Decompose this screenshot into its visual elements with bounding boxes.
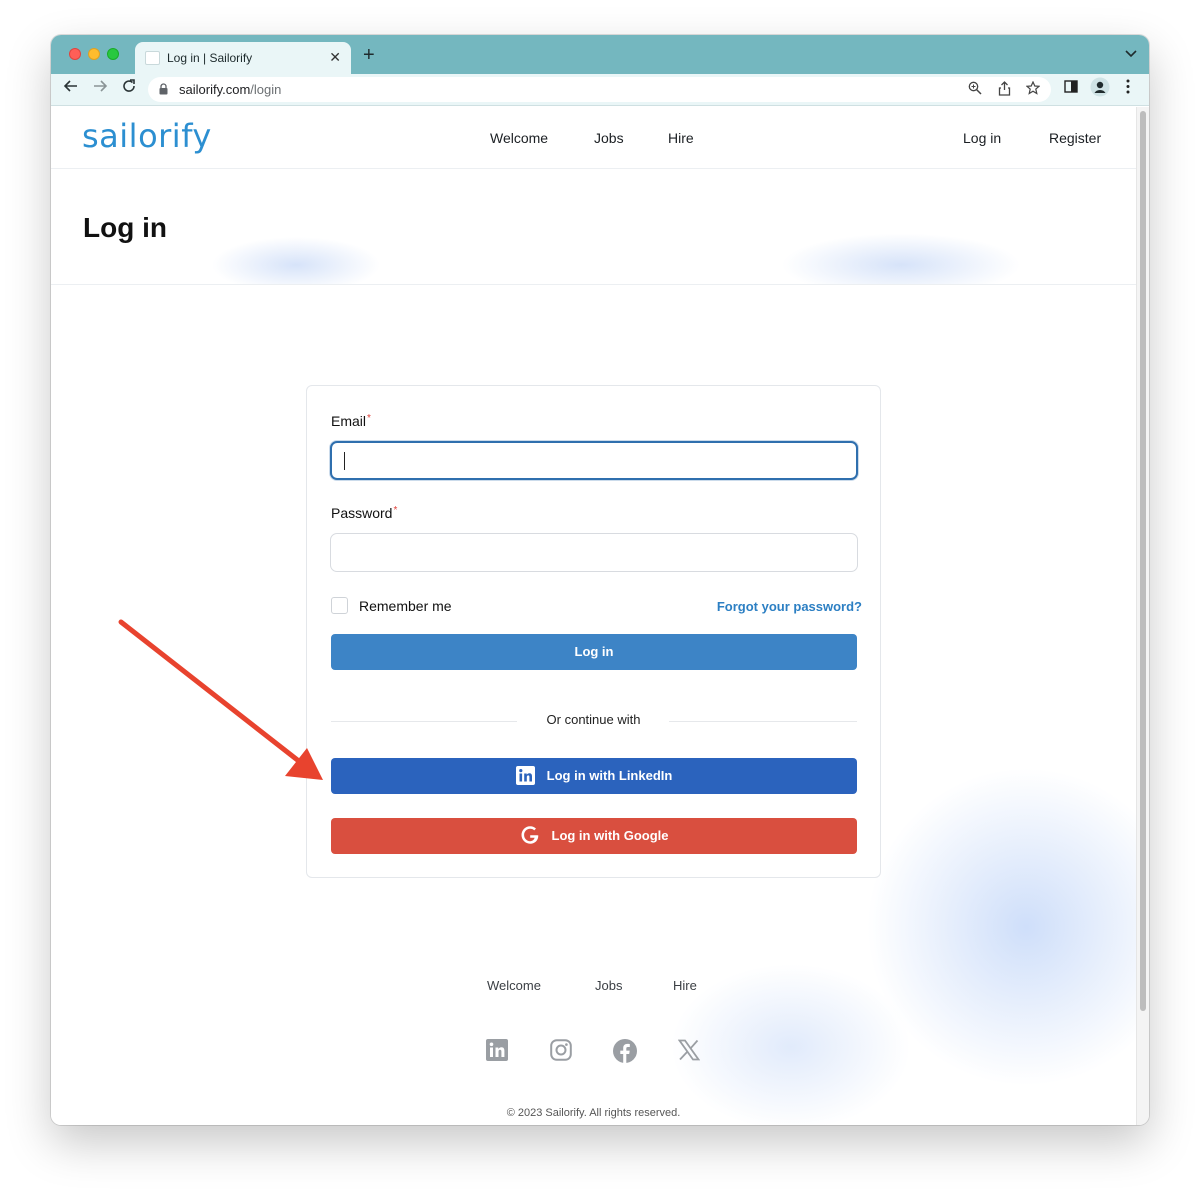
site-header: sailorify Welcome Jobs Hire Log in Regis… <box>51 107 1136 169</box>
maximize-window-button[interactable] <box>107 48 119 60</box>
nav-jobs[interactable]: Jobs <box>594 130 624 146</box>
email-field[interactable] <box>330 441 858 480</box>
login-card: Email* Password* Remember me Forgot your… <box>306 385 881 878</box>
tab-title: Log in | Sailorify <box>167 51 253 65</box>
facebook-icon[interactable] <box>613 1039 637 1068</box>
lock-icon <box>159 83 168 95</box>
remember-me-checkbox[interactable] <box>331 597 348 614</box>
password-label: Password* <box>331 505 398 521</box>
browser-toolbar: sailorify.com/login <box>51 74 1149 106</box>
nav-welcome[interactable]: Welcome <box>490 130 548 146</box>
favicon-icon <box>145 51 160 65</box>
forgot-password-link[interactable]: Forgot your password? <box>717 599 862 614</box>
instagram-icon[interactable] <box>550 1039 572 1066</box>
nav-hire[interactable]: Hire <box>668 130 694 146</box>
url-text: sailorify.com/login <box>179 82 282 97</box>
page-scrollbar[interactable] <box>1136 107 1149 1125</box>
bookmark-star-icon[interactable] <box>1025 80 1041 98</box>
linkedin-icon <box>515 765 535 785</box>
browser-tab[interactable]: Log in | Sailorify ✕ <box>135 42 351 74</box>
linkedin-icon[interactable] <box>486 1039 508 1066</box>
forward-arrow-icon[interactable] <box>92 78 108 99</box>
text-caret <box>344 452 345 470</box>
footer-link-welcome[interactable]: Welcome <box>487 978 541 993</box>
google-icon <box>521 826 538 844</box>
header-register-link[interactable]: Register <box>1049 130 1101 146</box>
tab-strip: Log in | Sailorify ✕ + <box>51 35 1149 74</box>
address-bar[interactable]: sailorify.com/login <box>148 77 1051 102</box>
password-field[interactable] <box>330 533 858 572</box>
x-icon[interactable] <box>677 1039 701 1066</box>
page-hero: Log in <box>51 170 1136 285</box>
web-page: sailorify Welcome Jobs Hire Log in Regis… <box>51 107 1136 1125</box>
share-icon[interactable] <box>998 81 1011 99</box>
email-label: Email* <box>331 413 371 429</box>
tab-close-icon[interactable]: ✕ <box>329 49 341 66</box>
zoom-icon[interactable] <box>968 81 982 98</box>
login-button[interactable]: Log in <box>331 634 857 670</box>
close-window-button[interactable] <box>69 48 81 60</box>
profile-avatar-icon[interactable] <box>1090 77 1110 102</box>
scrollbar-thumb[interactable] <box>1140 111 1146 1011</box>
back-arrow-icon[interactable] <box>63 78 79 99</box>
footer-link-hire[interactable]: Hire <box>673 978 697 993</box>
reload-icon[interactable] <box>121 78 137 99</box>
side-panel-icon[interactable] <box>1064 80 1078 98</box>
divider-label: Or continue with <box>546 712 641 727</box>
browser-menu-icon[interactable] <box>1126 79 1130 99</box>
sailorify-logo[interactable]: sailorify <box>82 117 212 155</box>
header-login-link[interactable]: Log in <box>963 130 1001 146</box>
page-title: Log in <box>83 212 167 243</box>
google-login-button[interactable]: Log in with Google <box>331 818 857 854</box>
tab-search-chevron-icon[interactable] <box>1125 47 1137 61</box>
new-tab-icon[interactable]: + <box>363 44 375 67</box>
remember-me-label[interactable]: Remember me <box>359 598 452 614</box>
minimize-window-button[interactable] <box>88 48 100 60</box>
browser-window: Log in | Sailorify ✕ + sailorify.com/log… <box>51 35 1149 1125</box>
background-glow <box>661 957 921 1125</box>
footer-link-jobs[interactable]: Jobs <box>595 978 622 993</box>
linkedin-login-button[interactable]: Log in with LinkedIn <box>331 758 857 794</box>
copyright-text: © 2023 Sailorify. All rights reserved. <box>506 1107 681 1119</box>
